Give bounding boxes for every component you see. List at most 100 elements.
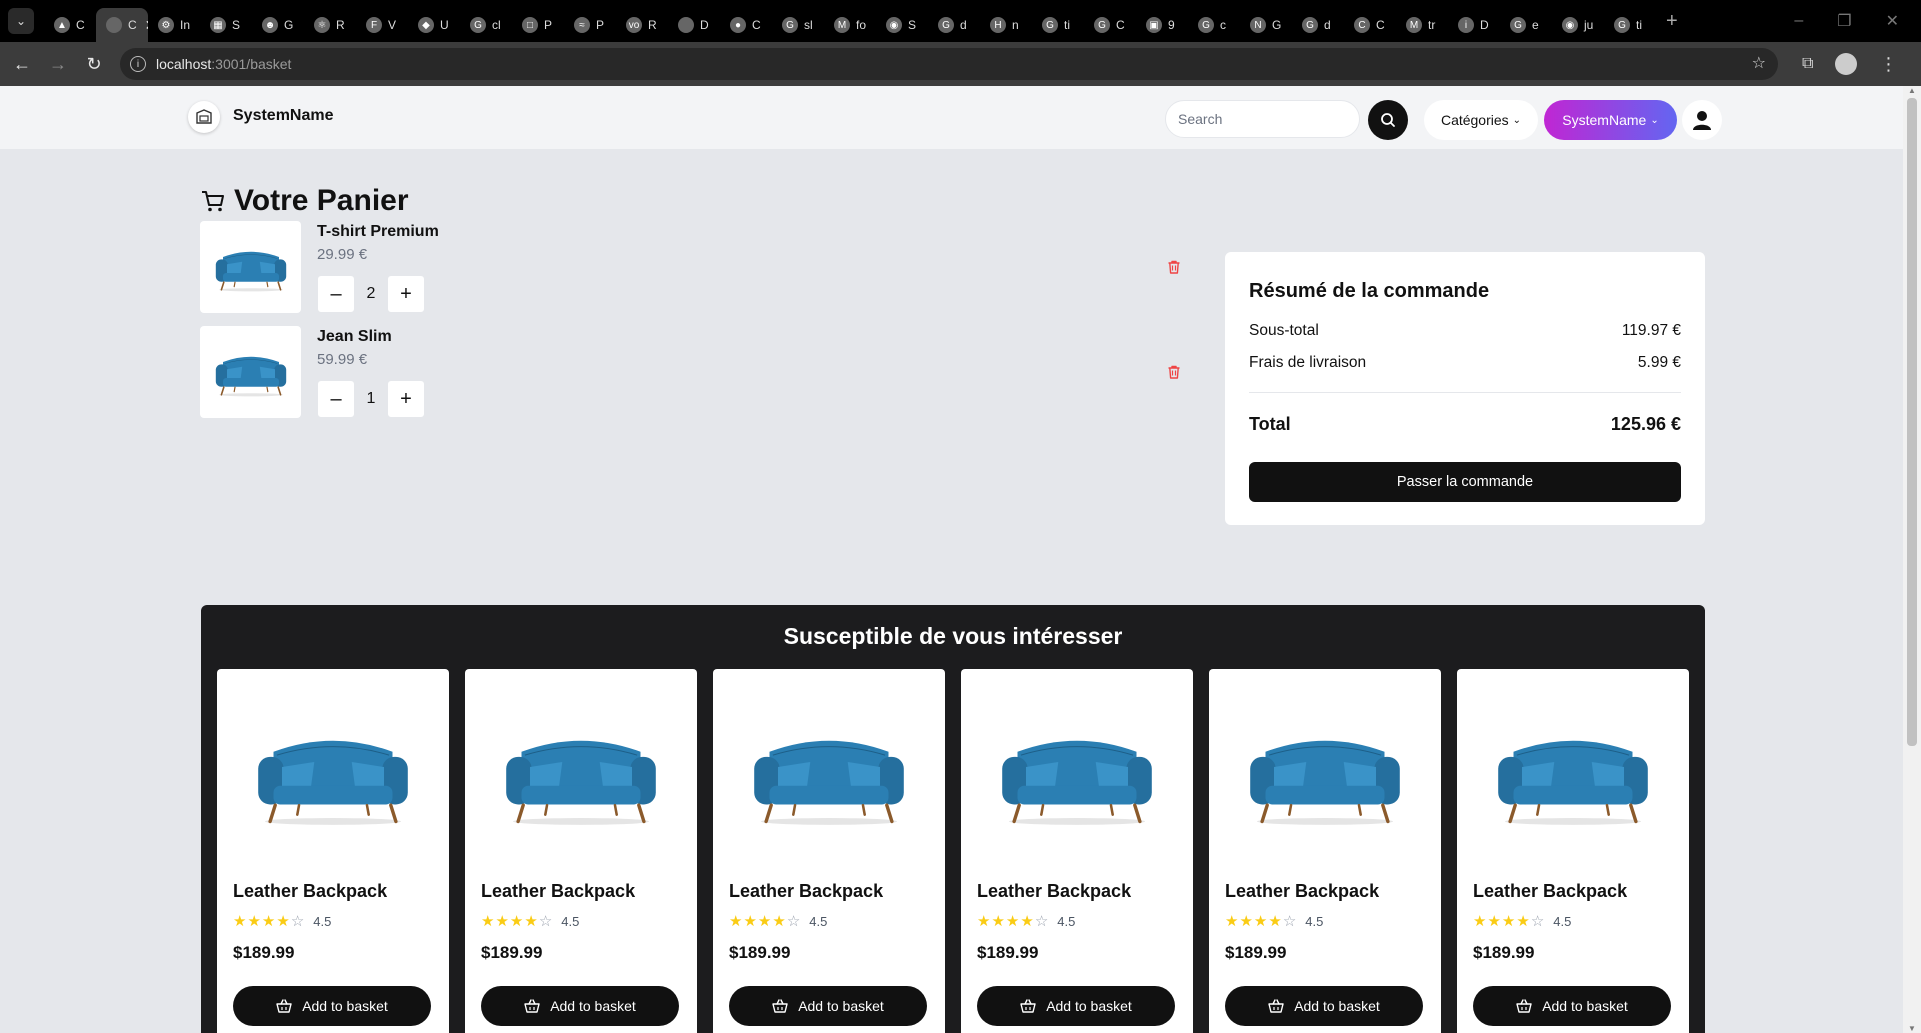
tab-favicon-icon: M <box>834 17 850 33</box>
user-account-button[interactable] <box>1682 100 1722 140</box>
page-scrollbar[interactable]: ▲ ▼ <box>1903 86 1921 1033</box>
brand-logo-icon[interactable] <box>188 101 220 133</box>
product-image[interactable] <box>1225 703 1425 843</box>
tab-search-button[interactable]: ⌄ <box>8 8 34 34</box>
product-name[interactable]: Leather Backpack <box>729 881 883 902</box>
browser-tab[interactable]: Gd <box>1292 8 1344 42</box>
browser-tab[interactable]: Ge <box>1500 8 1552 42</box>
scrollbar-thumb[interactable] <box>1907 98 1917 746</box>
product-name[interactable]: Leather Backpack <box>233 881 387 902</box>
product-card[interactable]: Leather Backpack ★ ★ ★ ★ ☆ 4.5 $189.99 Add to ba… <box>713 669 945 1033</box>
increase-quantity-button[interactable]: + <box>387 275 425 313</box>
browser-tab[interactable]: ▣ 9 <box>1136 8 1188 42</box>
decrease-quantity-button[interactable]: – <box>317 380 355 418</box>
product-card[interactable]: Leather Backpack ★ ★ ★ ★ ☆ 4.5 $189.99 Add to ba… <box>1457 669 1689 1033</box>
remove-item-button[interactable] <box>1166 259 1182 280</box>
browser-tab[interactable]: C✕ <box>96 8 148 42</box>
brand-name[interactable]: SystemName <box>233 107 334 125</box>
browser-tab[interactable]: D <box>668 8 720 42</box>
back-icon[interactable]: ← <box>8 50 36 78</box>
browser-tab[interactable]: Gti <box>1604 8 1656 42</box>
product-name[interactable]: Leather Backpack <box>1473 881 1627 902</box>
add-to-basket-button[interactable]: Add to basket <box>977 986 1175 1026</box>
browser-tab[interactable]: □ P <box>512 8 564 42</box>
scroll-up-icon[interactable]: ▲ <box>1907 86 1917 95</box>
new-tab-button[interactable]: + <box>1666 10 1678 33</box>
system-menu-dropdown[interactable]: SystemName ⌄ <box>1544 100 1677 140</box>
product-card[interactable]: Leather Backpack ★ ★ ★ ★ ☆ 4.5 $189.99 Add to ba… <box>1209 669 1441 1033</box>
browser-menu-icon[interactable]: ⋮ <box>1879 54 1897 75</box>
product-image[interactable] <box>729 703 929 843</box>
browser-tab[interactable]: ≈ P <box>564 8 616 42</box>
site-info-icon[interactable]: i <box>130 56 146 72</box>
summary-divider <box>1249 392 1681 393</box>
product-image[interactable] <box>1473 703 1673 843</box>
add-to-basket-button[interactable]: Add to basket <box>481 986 679 1026</box>
browser-tab[interactable]: Gti <box>1032 8 1084 42</box>
browser-tab[interactable]: ▦ S <box>200 8 252 42</box>
browser-tab[interactable]: ⚛ R <box>304 8 356 42</box>
browser-tab[interactable]: ● C <box>720 8 772 42</box>
profile-avatar[interactable] <box>1835 53 1858 75</box>
remove-item-button[interactable] <box>1166 364 1182 385</box>
add-to-basket-label: Add to basket <box>550 998 636 1014</box>
browser-tab[interactable]: ⚙ In <box>148 8 200 42</box>
cart-item-name[interactable]: T-shirt Premium <box>317 223 439 241</box>
checkout-button[interactable]: Passer la commande <box>1249 462 1681 502</box>
reload-icon[interactable]: ↻ <box>80 50 108 78</box>
product-name[interactable]: Leather Backpack <box>977 881 1131 902</box>
cart-item-name[interactable]: Jean Slim <box>317 328 392 346</box>
star-empty-icon: ☆ <box>1530 913 1545 930</box>
product-name[interactable]: Leather Backpack <box>481 881 635 902</box>
browser-tab[interactable]: Gd <box>928 8 980 42</box>
browser-tab[interactable]: Hn <box>980 8 1032 42</box>
address-bar[interactable]: i localhost:3001/basket ☆ <box>120 48 1778 80</box>
cart-item-image[interactable] <box>200 221 301 313</box>
product-card[interactable]: Leather Backpack ★ ★ ★ ★ ☆ 4.5 $189.99 Add to ba… <box>961 669 1193 1033</box>
browser-tab[interactable]: NG <box>1240 8 1292 42</box>
chevron-down-icon: ⌄ <box>1512 114 1522 126</box>
browser-tab[interactable]: ▲ C <box>44 8 96 42</box>
close-window-icon[interactable]: ✕ <box>1886 11 1899 31</box>
tab-favicon-icon: ◉ <box>886 17 902 33</box>
product-image[interactable] <box>481 703 681 843</box>
add-to-basket-button[interactable]: Add to basket <box>1225 986 1423 1026</box>
search-input[interactable] <box>1165 100 1360 138</box>
add-to-basket-label: Add to basket <box>798 998 884 1014</box>
shopping-cart-icon <box>202 191 224 212</box>
add-to-basket-button[interactable]: Add to basket <box>1473 986 1671 1026</box>
extensions-icon[interactable]: ⧉ <box>1802 55 1813 73</box>
browser-tab[interactable]: Gsl <box>772 8 824 42</box>
add-to-basket-button[interactable]: Add to basket <box>729 986 927 1026</box>
minimize-icon[interactable]: – <box>1794 12 1803 30</box>
browser-tab[interactable]: CC <box>1344 8 1396 42</box>
cart-item-image[interactable] <box>200 326 301 418</box>
add-to-basket-button[interactable]: Add to basket <box>233 986 431 1026</box>
browser-tab[interactable]: Gc <box>1188 8 1240 42</box>
browser-tab[interactable]: iD <box>1448 8 1500 42</box>
browser-tab[interactable]: Mtr <box>1396 8 1448 42</box>
product-image[interactable] <box>977 703 1177 843</box>
browser-tab[interactable]: ◆ U <box>408 8 460 42</box>
browser-tab[interactable]: ◉ S <box>876 8 928 42</box>
scroll-down-icon[interactable]: ▼ <box>1907 1024 1917 1033</box>
product-card[interactable]: Leather Backpack ★ ★ ★ ★ ☆ 4.5 $189.99 Add to ba… <box>465 669 697 1033</box>
browser-tab[interactable]: ☻ G <box>252 8 304 42</box>
maximize-icon[interactable]: ❐ <box>1837 11 1851 31</box>
product-name[interactable]: Leather Backpack <box>1225 881 1379 902</box>
browser-tab[interactable]: GC <box>1084 8 1136 42</box>
bookmark-star-icon[interactable]: ☆ <box>1752 56 1766 72</box>
search-button[interactable] <box>1368 100 1408 140</box>
browser-tab[interactable]: ◉ ju <box>1552 8 1604 42</box>
decrease-quantity-button[interactable]: – <box>317 275 355 313</box>
product-image[interactable] <box>233 703 433 843</box>
tab-favicon-icon: G <box>1614 17 1630 33</box>
browser-tab[interactable]: Mfo <box>824 8 876 42</box>
categories-dropdown[interactable]: Catégories ⌄ <box>1424 100 1538 140</box>
browser-tab[interactable]: FV <box>356 8 408 42</box>
browser-tab[interactable]: Gcl <box>460 8 512 42</box>
browser-tab[interactable]: vo R <box>616 8 668 42</box>
increase-quantity-button[interactable]: + <box>387 380 425 418</box>
forward-icon[interactable]: → <box>44 50 72 78</box>
product-card[interactable]: Leather Backpack ★ ★ ★ ★ ☆ 4.5 $189.99 Add to ba… <box>217 669 449 1033</box>
